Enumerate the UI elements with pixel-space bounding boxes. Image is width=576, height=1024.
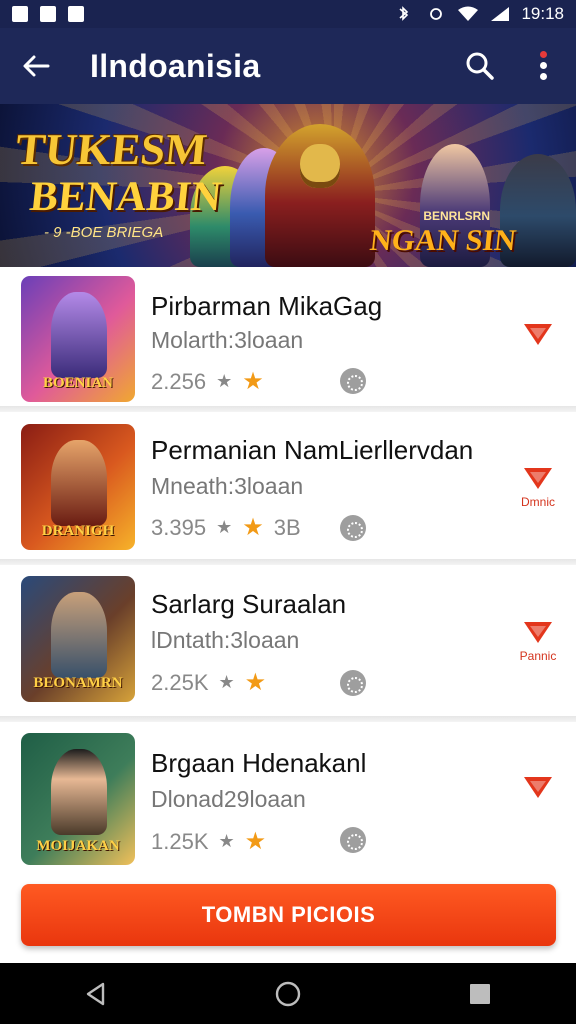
notification-icon	[12, 6, 28, 22]
star-icon: ★	[244, 828, 267, 855]
game-title: Brgaan Hdenakanl	[151, 748, 367, 778]
recents-nav-icon[interactable]	[465, 979, 495, 1009]
game-subtitle: Molarth:3loaan	[151, 327, 304, 353]
star-icon: ★	[242, 368, 264, 395]
back-button[interactable]	[0, 28, 72, 104]
game-thumbnail: DRANIGH	[21, 424, 135, 550]
banner-title-line1: TUKESM	[13, 125, 210, 174]
game-subtitle: Dlonad29loaan	[151, 786, 306, 812]
rating-value: 2.25K	[151, 669, 209, 695]
system-navigation-bar	[0, 963, 576, 1024]
rating-value: 2.256	[151, 368, 207, 394]
install-tag[interactable]	[518, 319, 558, 347]
game-rating: 1.25K ★ ★	[151, 827, 266, 856]
star-outline-icon: ★	[216, 517, 233, 537]
thumbnail-character	[51, 592, 107, 678]
game-rating: 2.256 ★ ★	[151, 367, 264, 396]
game-thumbnail: BOENIAN	[21, 276, 135, 402]
thumbnail-character	[51, 749, 107, 835]
banner-badge: NGAN SIN	[368, 224, 518, 257]
wifi-icon	[457, 6, 479, 22]
more-options-button[interactable]	[512, 28, 576, 104]
game-rating: 3.395 ★ ★ 3B	[151, 513, 301, 542]
tag-label: Dmnic	[520, 495, 555, 509]
search-icon	[466, 52, 494, 80]
page-title: Ilndoanisia	[90, 47, 261, 84]
gem-icon	[524, 777, 552, 798]
game-title: Pirbarman MikaGag	[151, 291, 383, 321]
gem-icon	[524, 324, 552, 345]
gem-icon	[524, 468, 552, 489]
game-subtitle: lDntath:3loaan	[151, 627, 300, 653]
game-title: Permanian NamLierllervdan	[151, 435, 474, 465]
tag-label: Pannic	[519, 649, 557, 663]
thumbnail-character	[51, 440, 107, 526]
primary-action-button[interactable]: TOMBN PICIOIS	[21, 884, 556, 946]
game-thumbnail: BEONAMRN	[21, 576, 135, 702]
back-nav-icon[interactable]	[81, 979, 111, 1009]
system-indicators: 19:18	[393, 4, 564, 24]
game-list-item[interactable]: BOENIAN Pirbarman MikaGag Molarth:3loaan…	[0, 267, 576, 412]
cell-signal-icon	[489, 6, 511, 22]
rating-value: 1.25K	[151, 828, 209, 854]
app-icon	[68, 6, 84, 22]
star-icon: ★	[244, 669, 267, 696]
more-info-icon[interactable]	[340, 670, 366, 696]
status-bar: 19:18	[0, 0, 576, 28]
game-list-item[interactable]: BEONAMRN Sarlarg Suraalan lDntath:3loaan…	[0, 569, 576, 722]
more-info-icon[interactable]	[340, 368, 366, 394]
rating-value: 3.395	[151, 514, 207, 540]
game-subtitle: Mneath:3loaan	[151, 473, 304, 499]
kebab-menu-icon	[540, 51, 548, 81]
star-outline-icon: ★	[218, 672, 235, 692]
thumbnail-character	[51, 292, 107, 378]
gallery-icon	[40, 6, 56, 22]
gem-icon	[524, 622, 552, 643]
install-tag[interactable]	[518, 772, 558, 800]
game-title: Sarlarg Suraalan	[151, 589, 347, 619]
notification-icons	[12, 6, 84, 22]
wifi-calling-icon	[425, 6, 447, 22]
thumbnail-label: DRANIGH	[41, 523, 115, 539]
star-outline-icon: ★	[218, 831, 235, 851]
game-list-item[interactable]: MOIJAKAN Brgaan Hdenakanl Dlonad29loaan …	[0, 726, 576, 871]
clock: 19:18	[521, 4, 564, 23]
thumbnail-label: BOENIAN	[42, 375, 113, 391]
thumbnail-label: BEONAMRN	[33, 675, 123, 691]
thumbnail-label: MOIJAKAN	[36, 838, 120, 854]
game-thumbnail: MOIJAKAN	[21, 733, 135, 865]
more-info-icon[interactable]	[340, 827, 366, 853]
more-info-icon[interactable]	[340, 515, 366, 541]
banner-subtitle: - 9 -BOE BRIEGA	[44, 224, 164, 241]
bluetooth-icon	[393, 6, 415, 22]
star-icon: ★	[242, 514, 264, 541]
app-bar: Ilndoanisia	[0, 28, 576, 104]
search-button[interactable]	[448, 28, 512, 104]
install-tag[interactable]: Dmnic	[518, 463, 558, 509]
star-outline-icon: ★	[216, 371, 233, 391]
game-rating: 2.25K ★ ★	[151, 668, 266, 697]
arrow-left-icon	[23, 55, 50, 77]
home-nav-icon[interactable]	[273, 979, 303, 1009]
rating-extra: 3B	[273, 514, 301, 540]
install-tag[interactable]: Pannic	[518, 617, 558, 663]
banner-main-character	[265, 124, 375, 267]
banner-title-line2: BENABIN	[27, 174, 224, 220]
promo-banner[interactable]: TUKESM BENABIN - 9 -BOE BRIEGA BENRLSRN …	[0, 104, 576, 267]
banner-badge-small: BENRLSRN	[423, 209, 490, 223]
game-list-item[interactable]: DRANIGH Permanian NamLierllervdan Mneath…	[0, 415, 576, 565]
